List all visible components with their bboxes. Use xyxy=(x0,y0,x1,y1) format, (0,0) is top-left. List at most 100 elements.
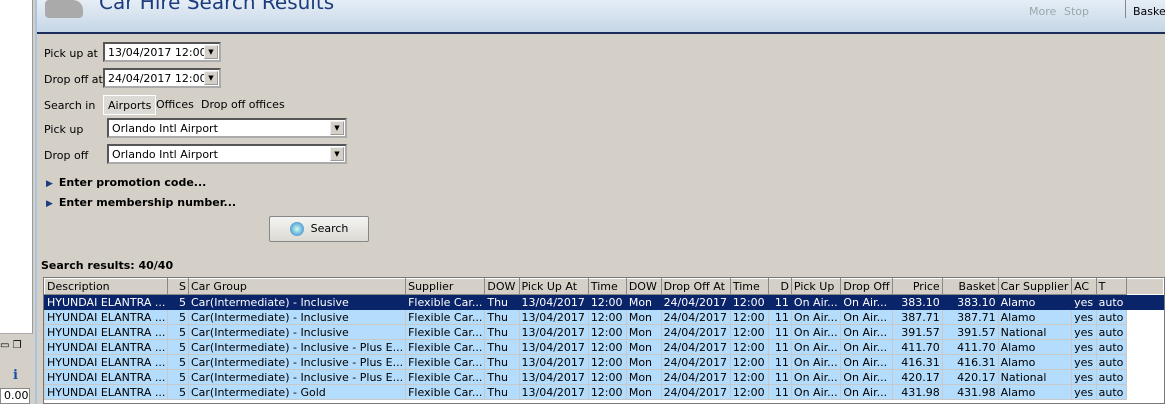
pickup-location-select[interactable]: Orlando Intl Airport ▼ xyxy=(107,118,347,138)
dropoff-location-value: Orlando Intl Airport xyxy=(112,148,218,161)
table-cell: Car(Intermediate) - Inclusive - Plus E..… xyxy=(187,354,407,370)
tab-offices[interactable]: Offices xyxy=(152,95,198,115)
pickup-datetime-input[interactable]: 13/04/2017 12:00 ▼ xyxy=(103,42,221,62)
column-header-car-group[interactable]: Car Group xyxy=(187,278,407,295)
table-cell: 11 xyxy=(768,294,792,310)
more-button[interactable]: More xyxy=(1029,5,1056,18)
column-header-t[interactable]: T xyxy=(1095,278,1128,295)
expand-arrow-icon: ▶ xyxy=(46,199,53,209)
column-header-ac[interactable]: AC xyxy=(1071,278,1097,295)
table-cell: Mon xyxy=(625,339,662,355)
column-header-price[interactable]: Price xyxy=(891,278,943,295)
column-header-time[interactable]: Time xyxy=(729,278,770,295)
table-row[interactable]: HYUNDAI ELANTRA ... 5 Car(Intermediate) - … xyxy=(44,369,1164,385)
table-cell: 12:00 xyxy=(729,354,770,370)
table-cell: yes xyxy=(1071,339,1097,355)
search-icon xyxy=(289,222,304,236)
table-cell: Car(Intermediate) - Inclusive - Plus E..… xyxy=(187,369,407,385)
table-cell: On Air... xyxy=(840,369,893,385)
table-cell: 5 xyxy=(167,294,189,310)
table-cell: 12:00 xyxy=(587,339,627,355)
table-cell: 13/04/2017 xyxy=(518,354,589,370)
table-row[interactable]: HYUNDAI ELANTRA ... 5 Car(Intermediate) - … xyxy=(44,354,1164,370)
stop-button[interactable]: Stop xyxy=(1064,5,1089,18)
table-row[interactable]: HYUNDAI ELANTRA ... 5 Car(Intermediate) - … xyxy=(44,294,1164,310)
table-cell: National xyxy=(997,324,1073,340)
table-cell: 383.10 xyxy=(941,294,999,310)
table-cell: 12:00 xyxy=(729,324,770,340)
table-cell: yes xyxy=(1071,294,1097,310)
row-filler xyxy=(1126,384,1164,400)
table-cell: On Air... xyxy=(790,309,842,325)
table-cell: 13/04/2017 xyxy=(518,384,589,400)
table-cell: Mon xyxy=(625,309,662,325)
dropoff-datetime-input[interactable]: 24/04/2017 12:00 ▼ xyxy=(103,68,221,88)
column-header-pick-up-at[interactable]: Pick Up At xyxy=(518,278,589,295)
table-cell: yes xyxy=(1071,384,1097,400)
table-cell: Flexible Car... xyxy=(405,354,486,370)
table-cell: On Air... xyxy=(790,354,842,370)
table-cell: Flexible Car... xyxy=(405,339,486,355)
table-cell: Mon xyxy=(625,384,662,400)
column-header-d[interactable]: D xyxy=(768,278,792,295)
results-grid[interactable]: Description S Car Group Supplier DOW Pick Up … xyxy=(43,277,1165,404)
pickup-location-value: Orlando Intl Airport xyxy=(112,122,218,135)
table-cell: Thu xyxy=(484,339,520,355)
chevron-down-icon[interactable]: ▼ xyxy=(204,45,218,59)
table-cell: HYUNDAI ELANTRA ... xyxy=(44,339,169,355)
column-header-s[interactable]: S xyxy=(167,278,189,295)
basket-button[interactable]: Basket xyxy=(1133,5,1165,18)
table-cell: Alamo xyxy=(997,294,1073,310)
membership-number-expander[interactable]: ▶ Enter membership number... xyxy=(46,196,236,209)
table-cell: 12:00 xyxy=(729,309,770,325)
table-cell: On Air... xyxy=(790,369,842,385)
table-cell: 383.10 xyxy=(891,294,943,310)
table-cell: 5 xyxy=(167,309,189,325)
table-row[interactable]: HYUNDAI ELANTRA ... 5 Car(Intermediate) - … xyxy=(44,384,1164,400)
column-header-drop-off[interactable]: Drop Off xyxy=(840,278,893,295)
table-cell: 24/04/2017 xyxy=(660,339,731,355)
membership-number-label: Enter membership number... xyxy=(58,196,237,209)
table-cell: Thu xyxy=(484,354,520,370)
table-cell: Mon xyxy=(625,324,662,340)
dropoff-location-select[interactable]: Orlando Intl Airport ▼ xyxy=(107,144,347,164)
table-cell: Car(Intermediate) - Inclusive - Plus E..… xyxy=(187,339,407,355)
table-cell: 12:00 xyxy=(587,354,627,370)
table-cell: 24/04/2017 xyxy=(660,309,731,325)
column-header-basket[interactable]: Basket xyxy=(941,278,999,295)
window-restore-icon[interactable]: ▭ ❐ xyxy=(0,340,22,351)
table-cell: 420.17 xyxy=(941,369,999,385)
table-cell: Flexible Car... xyxy=(405,309,486,325)
table-cell: 12:00 xyxy=(729,294,770,310)
table-row[interactable]: HYUNDAI ELANTRA ... 5 Car(Intermediate) - … xyxy=(44,324,1164,340)
table-row[interactable]: HYUNDAI ELANTRA ... 5 Car(Intermediate) - … xyxy=(44,339,1164,355)
column-header-pick-up[interactable]: Pick Up xyxy=(790,278,842,295)
table-row[interactable]: HYUNDAI ELANTRA ... 5 Car(Intermediate) - … xyxy=(44,309,1164,325)
column-header-car-supplier[interactable]: Car Supplier xyxy=(997,278,1073,295)
column-header-time[interactable]: Time xyxy=(587,278,627,295)
table-cell: 431.98 xyxy=(941,384,999,400)
chevron-down-icon[interactable]: ▼ xyxy=(330,121,344,135)
chevron-down-icon[interactable]: ▼ xyxy=(204,71,218,85)
table-cell: yes xyxy=(1071,369,1097,385)
table-cell: Alamo xyxy=(997,354,1073,370)
column-header-drop-off-at[interactable]: Drop Off At xyxy=(660,278,731,295)
search-button[interactable]: Search xyxy=(269,216,369,242)
table-cell: 11 xyxy=(768,309,792,325)
promotion-code-expander[interactable]: ▶ Enter promotion code... xyxy=(46,176,206,189)
table-cell: Thu xyxy=(484,309,520,325)
table-cell: On Air... xyxy=(840,384,893,400)
table-cell: 11 xyxy=(768,339,792,355)
table-cell: On Air... xyxy=(840,339,893,355)
table-cell: On Air... xyxy=(840,294,893,310)
tab-drop-off-offices[interactable]: Drop off offices xyxy=(197,95,289,115)
promotion-code-label: Enter promotion code... xyxy=(58,176,207,189)
column-header-description[interactable]: Description xyxy=(44,278,169,295)
amount-field[interactable]: 0.00 xyxy=(0,388,30,404)
chevron-down-icon[interactable]: ▼ xyxy=(330,147,344,161)
column-header-supplier[interactable]: Supplier xyxy=(405,278,486,295)
info-icon[interactable]: i xyxy=(13,368,18,383)
tab-airports[interactable]: Airports xyxy=(103,95,157,115)
column-header-dow[interactable]: DOW xyxy=(625,278,662,295)
column-header-dow[interactable]: DOW xyxy=(484,278,520,295)
